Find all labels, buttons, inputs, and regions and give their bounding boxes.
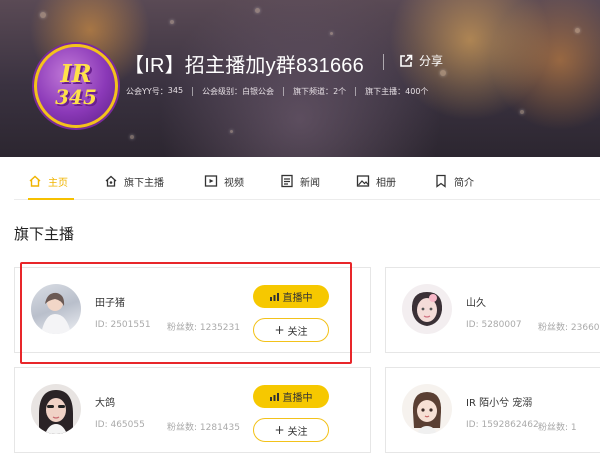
anchor-fans: 粉丝数: 1 xyxy=(538,423,577,433)
rain-drop xyxy=(520,110,524,114)
channel-logo: IR 345 xyxy=(34,44,118,128)
anchor-id: ID: 2501551 xyxy=(95,320,151,330)
tab-video[interactable]: 视频 xyxy=(204,163,244,199)
house-user-icon xyxy=(105,175,117,187)
channel-stats: 公会YY号： 345 公会级别： 白银公会 旗下频道： 2个 旗下主播： 400个 xyxy=(126,86,428,97)
tab-home[interactable]: 主页 xyxy=(28,163,68,199)
anchor-fans: 粉丝数: 236609 xyxy=(538,323,600,333)
share-button[interactable]: 分享 xyxy=(399,52,443,69)
rain-drop xyxy=(330,32,333,35)
anchor-card[interactable]: 田子猪 ID: 2501551 粉丝数: 1235231 直播中 + 关注 xyxy=(14,267,371,353)
rain-drop xyxy=(130,135,134,139)
anchor-name[interactable]: 大鸽 xyxy=(95,394,115,409)
logo-number: 345 xyxy=(55,85,97,109)
rain-drop xyxy=(170,20,174,24)
avatar[interactable] xyxy=(31,384,81,434)
live-label: 直播中 xyxy=(282,293,313,304)
bookmark-icon xyxy=(436,174,446,188)
section-title: 旗下主播 xyxy=(14,225,75,243)
stat-level: 公会级别： 白银公会 xyxy=(202,87,275,96)
signal-bars-icon xyxy=(269,392,279,401)
stat-yy-number: 公会YY号： 345 xyxy=(126,86,184,96)
anchor-card[interactable]: 大鸽 ID: 465055 粉丝数: 1281435 直播中 + 关注 xyxy=(14,367,371,453)
avatar[interactable] xyxy=(31,284,81,334)
tab-label: 相册 xyxy=(376,177,396,189)
home-icon xyxy=(29,175,41,187)
tab-label: 视频 xyxy=(224,177,244,189)
stat-anchors: 旗下主播： 400个 xyxy=(365,87,429,96)
anchor-card[interactable]: 山久 ID: 5280007 粉丝数: 236609 xyxy=(385,267,600,353)
avatar[interactable] xyxy=(402,284,452,334)
anchor-fans: 粉丝数: 1281435 xyxy=(167,423,240,433)
share-icon xyxy=(400,54,413,67)
follow-button[interactable]: + 关注 xyxy=(253,418,329,442)
plus-icon: + xyxy=(274,423,285,437)
stat-divider xyxy=(192,87,194,96)
channel-title: 【IR】招主播加y群831666 xyxy=(124,55,364,77)
tab-label: 新闻 xyxy=(300,177,320,189)
channel-banner: IR 345 【IR】招主播加y群831666 分享 公会YY号： 345 公会级… xyxy=(0,0,600,157)
stat-divider xyxy=(355,87,357,96)
live-label: 直播中 xyxy=(282,393,313,404)
tab-label: 简介 xyxy=(454,177,474,189)
tab-label: 主页 xyxy=(48,177,68,189)
anchor-id: ID: 5280007 xyxy=(466,320,522,330)
live-button[interactable]: 直播中 xyxy=(253,285,329,308)
anchor-name[interactable]: 山久 xyxy=(466,294,486,309)
follow-label: 关注 xyxy=(287,426,308,438)
anchor-id: ID: 1592862462 xyxy=(466,420,539,430)
rain-drop xyxy=(40,12,46,18)
video-icon xyxy=(204,175,218,187)
follow-button[interactable]: + 关注 xyxy=(253,318,329,342)
avatar[interactable] xyxy=(402,384,452,434)
image-icon xyxy=(356,175,370,187)
stat-divider xyxy=(283,87,285,96)
plus-icon: + xyxy=(274,323,285,337)
follow-label: 关注 xyxy=(287,326,308,338)
title-divider xyxy=(383,54,384,70)
tab-anchors[interactable]: 旗下主播 xyxy=(104,163,164,199)
news-icon xyxy=(281,174,293,188)
tab-label: 旗下主播 xyxy=(124,177,164,189)
share-label: 分享 xyxy=(419,54,444,68)
rain-drop xyxy=(255,8,260,13)
live-button[interactable]: 直播中 xyxy=(253,385,329,408)
channel-nav: 主页 旗下主播 视频 新闻 相册 简介 xyxy=(14,163,600,200)
stat-channels: 旗下频道： 2个 xyxy=(293,87,347,96)
active-tab-indicator xyxy=(28,198,74,200)
anchor-fans: 粉丝数: 1235231 xyxy=(167,323,240,333)
signal-bars-icon xyxy=(269,292,279,301)
tab-intro[interactable]: 简介 xyxy=(434,163,474,199)
rain-drop xyxy=(440,70,446,76)
tab-album[interactable]: 相册 xyxy=(356,163,396,199)
anchor-id: ID: 465055 xyxy=(95,420,145,430)
anchor-card[interactable]: IR 陌小兮 宠溺 ID: 1592862462 粉丝数: 1 xyxy=(385,367,600,453)
anchor-name[interactable]: IR 陌小兮 宠溺 xyxy=(466,394,532,409)
anchor-name[interactable]: 田子猪 xyxy=(95,294,125,309)
logo-text: IR xyxy=(60,59,92,88)
tab-news[interactable]: 新闻 xyxy=(280,163,320,199)
rain-drop xyxy=(230,130,233,133)
rain-drop xyxy=(575,28,580,33)
